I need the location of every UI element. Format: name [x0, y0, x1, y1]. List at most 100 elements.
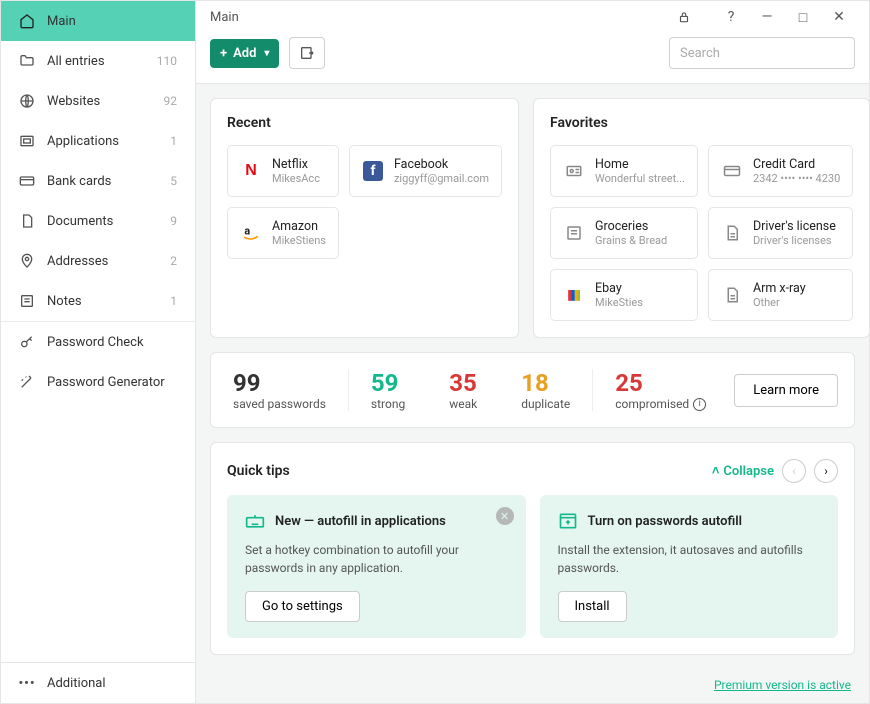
favorites-panel: Favorites HomeWonderful street... Credit…	[533, 98, 869, 338]
wand-icon	[19, 374, 35, 390]
netflix-icon: N	[240, 160, 262, 182]
entry-title: Driver's license	[753, 219, 836, 234]
import-button[interactable]	[289, 37, 325, 69]
go-to-settings-button[interactable]: Go to settings	[245, 591, 360, 622]
sidebar-item-count: 1	[170, 134, 177, 148]
sidebar-item-password-generator[interactable]: Password Generator	[1, 362, 195, 402]
recent-card[interactable]: f Facebookziggyff@gmail.com	[349, 145, 502, 197]
favorite-card[interactable]: GroceriesGrains & Bread	[550, 207, 698, 259]
tips-next-button[interactable]: ›	[814, 459, 838, 483]
sidebar-item-count: 1	[170, 294, 177, 308]
sidebar-item-all-entries[interactable]: All entries 110	[1, 41, 195, 81]
note-icon	[563, 222, 585, 244]
sidebar-item-documents[interactable]: Documents 9	[1, 201, 195, 241]
favorite-card[interactable]: HomeWonderful street...	[550, 145, 698, 197]
stat-weak: 35 weak	[427, 369, 499, 411]
entry-sub: 2342 •••• •••• 4230	[753, 172, 840, 185]
sidebar-item-addresses[interactable]: Addresses 2	[1, 241, 195, 281]
help-icon[interactable]: ?	[713, 9, 749, 25]
sidebar-item-main[interactable]: Main	[1, 1, 195, 41]
sidebar-item-applications[interactable]: Applications 1	[1, 121, 195, 161]
content: Recent N NetflixMikesAcc f Facebookziggy…	[196, 84, 869, 668]
sidebar-item-label: Main	[47, 14, 177, 29]
close-icon[interactable]: ✕	[496, 507, 514, 525]
learn-more-button[interactable]: Learn more	[734, 374, 838, 407]
entry-sub: Wonderful street...	[595, 172, 685, 185]
sidebar-item-additional[interactable]: ••• Additional	[1, 663, 195, 703]
svg-text:a: a	[244, 225, 250, 238]
close-button[interactable]: ✕	[821, 9, 857, 25]
stat-num: 99	[233, 369, 326, 397]
footer: Premium version is active	[196, 668, 869, 703]
entry-title: Facebook	[394, 157, 489, 172]
entry-sub: Other	[753, 296, 806, 309]
page-title: Main	[210, 10, 677, 25]
recent-panel: Recent N NetflixMikesAcc f Facebookziggy…	[210, 98, 519, 338]
note-icon	[19, 293, 35, 309]
recent-card[interactable]: a AmazonMikeStiens	[227, 207, 339, 259]
collapse-button[interactable]: ˄ Collapse	[712, 463, 774, 479]
favorite-card[interactable]: Arm x-rayOther	[708, 269, 853, 321]
add-button-label: Add	[233, 46, 256, 61]
add-button[interactable]: + Add ▾	[210, 39, 279, 68]
entry-title: Amazon	[272, 219, 326, 234]
entry-sub: MikesAcc	[272, 172, 320, 185]
card-icon	[721, 160, 743, 182]
sidebar-item-bank-cards[interactable]: Bank cards 5	[1, 161, 195, 201]
stat-num: 35	[449, 369, 477, 397]
info-icon[interactable]: i	[693, 398, 706, 411]
recent-card[interactable]: N NetflixMikesAcc	[227, 145, 339, 197]
favorites-heading: Favorites	[550, 115, 853, 131]
sidebar-item-count: 5	[170, 174, 177, 188]
tip-title: Turn on passwords autofill	[588, 514, 743, 529]
install-button[interactable]: Install	[558, 591, 627, 622]
sidebar-item-label: Password Check	[47, 335, 177, 350]
document-icon	[721, 222, 743, 244]
tip-title: New — autofill in applications	[275, 514, 446, 529]
favorite-card[interactable]: EbayMikeSties	[550, 269, 698, 321]
lock-icon[interactable]	[677, 10, 713, 24]
tip-body: Set a hotkey combination to autofill you…	[245, 541, 508, 577]
sidebar-item-password-check[interactable]: Password Check	[1, 322, 195, 362]
favorite-card[interactable]: Driver's licenseDriver's licenses	[708, 207, 853, 259]
app-icon	[19, 133, 35, 149]
search-input[interactable]	[669, 37, 855, 69]
stats-panel: 99 saved passwords 59 strong 35 weak 18 …	[210, 352, 855, 428]
sidebar-item-label: Bank cards	[47, 174, 170, 189]
premium-link[interactable]: Premium version is active	[714, 678, 851, 692]
maximize-button[interactable]: □	[785, 9, 821, 26]
ebay-icon	[563, 284, 585, 306]
import-icon	[299, 45, 315, 61]
dots-icon: •••	[19, 675, 35, 691]
sidebar-item-notes[interactable]: Notes 1	[1, 281, 195, 321]
main: Main ? — □ ✕ + Add ▾ Recent N NetflixM	[196, 1, 869, 703]
tips-prev-button[interactable]: ‹	[782, 459, 806, 483]
tip-card: Turn on passwords autofill Install the e…	[540, 495, 839, 638]
entry-title: Groceries	[595, 219, 667, 234]
keyboard-icon	[245, 511, 265, 531]
sidebar-item-count: 9	[170, 214, 177, 228]
sidebar-item-label: Addresses	[47, 254, 170, 269]
tips-panel: Quick tips ˄ Collapse ‹ › ✕ New — autofi…	[210, 442, 855, 655]
stat-num: 25	[615, 369, 706, 397]
home-icon	[19, 13, 35, 29]
entry-title: Credit Card	[753, 157, 840, 172]
stat-num: 59	[371, 369, 405, 397]
entry-title: Netflix	[272, 157, 320, 172]
chevron-up-icon: ˄	[712, 463, 720, 479]
entry-title: Home	[595, 157, 685, 172]
sidebar-item-label: Documents	[47, 214, 170, 229]
sidebar-item-label: Notes	[47, 294, 170, 309]
stat-label: duplicate	[521, 397, 570, 411]
stat-duplicate: 18 duplicate	[499, 369, 593, 411]
sidebar-item-websites[interactable]: Websites 92	[1, 81, 195, 121]
sidebar-item-label: All entries	[47, 54, 157, 69]
card-icon	[19, 173, 35, 189]
entry-sub: ziggyff@gmail.com	[394, 172, 489, 185]
chevron-down-icon: ▾	[264, 48, 269, 59]
folder-icon	[19, 53, 35, 69]
minimize-button[interactable]: —	[749, 9, 785, 25]
plus-icon: +	[220, 46, 227, 61]
favorite-card[interactable]: Credit Card2342 •••• •••• 4230	[708, 145, 853, 197]
sidebar: Main All entries 110 Websites 92 Applica…	[1, 1, 196, 703]
